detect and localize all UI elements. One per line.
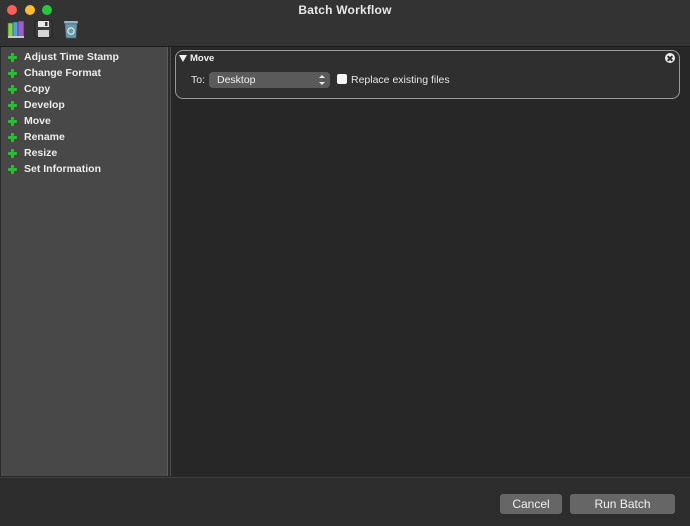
step-title: Move	[190, 53, 215, 64]
plus-icon	[8, 100, 17, 110]
run-batch-button[interactable]: Run Batch	[570, 494, 675, 514]
replace-existing-checkbox[interactable]	[337, 74, 347, 84]
library-books-icon[interactable]	[7, 19, 27, 39]
sidebar-item-develop[interactable]: Develop	[1, 97, 167, 113]
sidebar-item-label: Set Information	[24, 163, 102, 175]
cancel-button[interactable]: Cancel	[500, 494, 562, 514]
step-header[interactable]: Move	[179, 53, 214, 64]
sidebar-item-set-information[interactable]: Set Information	[1, 161, 167, 177]
plus-icon	[8, 84, 17, 94]
move-step-panel: Move To: Desktop Replace existing files	[175, 50, 680, 99]
plus-icon	[8, 68, 17, 78]
up-down-arrows-icon	[319, 75, 325, 85]
workflow-area: Move To: Desktop Replace existing files	[170, 47, 690, 476]
sidebar-item-label: Resize	[24, 147, 58, 159]
sidebar-item-label: Adjust Time Stamp	[24, 51, 119, 63]
plus-icon	[8, 148, 17, 158]
destination-select[interactable]: Desktop	[209, 72, 330, 88]
floppy-save-icon[interactable]	[34, 19, 54, 39]
sidebar-item-label: Develop	[24, 99, 65, 111]
plus-icon	[8, 116, 17, 126]
sidebar-item-resize[interactable]: Resize	[1, 145, 167, 161]
plus-icon	[8, 132, 17, 142]
footer-bar: Cancel Run Batch	[0, 477, 690, 526]
trash-can-icon[interactable]	[61, 19, 81, 39]
plus-icon	[8, 52, 17, 62]
to-label: To:	[191, 74, 206, 86]
sidebar-item-label: Copy	[24, 83, 51, 95]
sidebar-item-copy[interactable]: Copy	[1, 81, 167, 97]
sidebar-item-label: Change Format	[24, 67, 102, 79]
sidebar-item-label: Move	[24, 115, 51, 127]
sidebar-item-rename[interactable]: Rename	[1, 129, 167, 145]
window-title: Batch Workflow	[298, 3, 392, 17]
title-bar: Batch Workflow	[0, 0, 690, 47]
sidebar-item-move[interactable]: Move	[1, 113, 167, 129]
sidebar-item-change-format[interactable]: Change Format	[1, 65, 167, 81]
disclosure-triangle-icon[interactable]	[179, 55, 187, 62]
remove-step-close-icon[interactable]	[665, 53, 675, 63]
plus-icon	[8, 164, 17, 174]
destination-value: Desktop	[217, 74, 256, 86]
actions-sidebar: Adjust Time Stamp Change Format Copy Dev…	[1, 47, 168, 476]
sidebar-item-adjust-time-stamp[interactable]: Adjust Time Stamp	[1, 49, 167, 65]
sidebar-item-label: Rename	[24, 131, 65, 143]
replace-existing-label[interactable]: Replace existing files	[351, 74, 450, 86]
